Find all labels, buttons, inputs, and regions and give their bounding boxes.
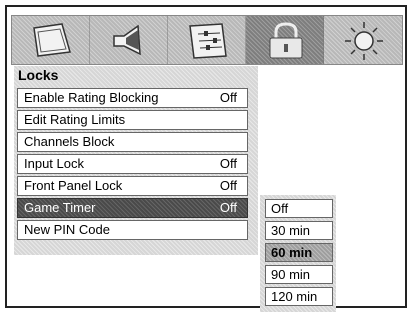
menu-item-label: Game Timer bbox=[24, 200, 96, 215]
dropdown-option-30-min[interactable]: 30 min bbox=[265, 221, 333, 240]
menu-item-label: Edit Rating Limits bbox=[24, 112, 126, 127]
dropdown-option-90-min[interactable]: 90 min bbox=[265, 265, 333, 284]
menu-item-label: Enable Rating Blocking bbox=[24, 90, 159, 105]
menu-item-label: Front Panel Lock bbox=[24, 178, 123, 193]
menu-item-value: Off bbox=[219, 90, 237, 105]
tab-locks[interactable] bbox=[246, 16, 324, 64]
menu-item-enable-rating-blocking[interactable]: Enable Rating Blocking Off bbox=[17, 88, 248, 108]
menu-item-label: New PIN Code bbox=[24, 222, 110, 237]
option-label: 60 min bbox=[271, 245, 313, 260]
menu-item-edit-rating-limits[interactable]: Edit Rating Limits bbox=[17, 110, 248, 130]
menu-item-label: Input Lock bbox=[24, 156, 84, 171]
menu-item-input-lock[interactable]: Input Lock Off bbox=[17, 154, 248, 174]
sun-icon bbox=[345, 22, 383, 60]
menu-item-new-pin-code[interactable]: New PIN Code bbox=[17, 220, 248, 240]
tab-picture[interactable] bbox=[12, 16, 90, 64]
lock-icon bbox=[269, 16, 324, 64]
option-label: 120 min bbox=[271, 289, 318, 304]
dropdown-option-60-min[interactable]: 60 min bbox=[265, 243, 333, 262]
menu-item-channels-block[interactable]: Channels Block bbox=[17, 132, 248, 152]
menu-item-game-timer[interactable]: Game Timer Off bbox=[17, 198, 248, 218]
tab-features[interactable] bbox=[324, 16, 402, 64]
dropdown-option-120-min[interactable]: 120 min bbox=[265, 287, 333, 306]
menu-item-front-panel-lock[interactable]: Front Panel Lock Off bbox=[17, 176, 248, 196]
picture-icon bbox=[33, 16, 90, 64]
menu-item-value: Off bbox=[219, 200, 237, 215]
menu-tab-bar bbox=[11, 15, 403, 65]
menu-item-label: Channels Block bbox=[24, 134, 115, 149]
dropdown-option-off[interactable]: Off bbox=[265, 199, 333, 218]
option-label: Off bbox=[271, 201, 289, 216]
setup-icon bbox=[189, 16, 246, 64]
menu-title: Locks bbox=[18, 67, 59, 83]
speaker-icon bbox=[113, 16, 168, 64]
option-label: 30 min bbox=[271, 223, 311, 238]
menu-item-value: Off bbox=[219, 178, 237, 193]
tab-setup[interactable] bbox=[168, 16, 246, 64]
menu-item-value: Off bbox=[219, 156, 237, 171]
tab-audio[interactable] bbox=[90, 16, 168, 64]
option-label: 90 min bbox=[271, 267, 311, 282]
